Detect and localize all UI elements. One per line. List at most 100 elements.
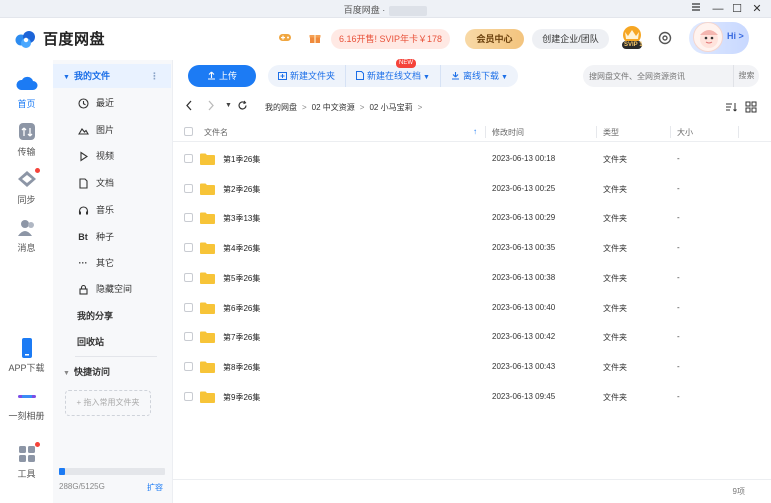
maximize-button[interactable]: ☐: [728, 1, 746, 17]
rail-item-messages[interactable]: 消息: [0, 218, 53, 254]
sort-order-icon[interactable]: [725, 101, 737, 113]
more-options-icon[interactable]: ⋮: [150, 64, 159, 88]
sidebar-my-files[interactable]: ▼ 我的文件 ⋮: [53, 64, 171, 88]
breadcrumb-item-current[interactable]: 02 小马宝莉: [369, 103, 412, 112]
sidebar-item-other[interactable]: ··· 其它: [53, 251, 171, 275]
sidebar-item-hidden-space[interactable]: 隐藏空间: [53, 277, 171, 301]
table-row[interactable]: 第8季26集 2023-06-13 00:43 文件夹 -: [173, 352, 771, 381]
vip-center-button[interactable]: 会员中心: [465, 29, 524, 49]
file-size: -: [677, 272, 680, 282]
app-header: 百度网盘 6.16开售! SVIP年卡￥178 会员中心 创建企业/团队 SVI…: [0, 18, 771, 60]
close-button[interactable]: ✕: [748, 1, 766, 17]
file-name[interactable]: 第6季26集: [223, 303, 260, 314]
user-avatar[interactable]: Hi >: [689, 22, 749, 54]
table-row[interactable]: 第1季26集 2023-06-13 00:18 文件夹 -: [173, 144, 771, 173]
breadcrumb-item-root[interactable]: 我的网盘: [265, 103, 297, 112]
row-checkbox[interactable]: [184, 183, 193, 193]
rail-label: 首页: [17, 99, 36, 109]
grid-view-icon[interactable]: [745, 101, 757, 113]
new-folder-button[interactable]: 新建文件夹: [268, 65, 345, 87]
rail-item-album[interactable]: 一刻相册: [0, 386, 53, 422]
app-logo[interactable]: 百度网盘: [14, 28, 105, 49]
bt-icon: Bt: [78, 232, 88, 242]
rail-item-transfer[interactable]: 传输: [0, 122, 53, 158]
table-row[interactable]: 第6季26集 2023-06-13 00:40 文件夹 -: [173, 293, 771, 322]
new-online-doc-button[interactable]: 新建在线文档 ▼ NEW: [345, 59, 440, 87]
sync-icon: [16, 168, 40, 190]
gift-icon[interactable]: [309, 32, 321, 47]
table-row[interactable]: 第2季26集 2023-06-13 00:25 文件夹 -: [173, 174, 771, 203]
sidebar-item-images[interactable]: 图片: [53, 118, 171, 142]
row-checkbox[interactable]: [184, 213, 193, 223]
sidebar-item-videos[interactable]: 视频: [53, 144, 171, 168]
new-folder-label: 新建文件夹: [290, 71, 336, 81]
promo-banner[interactable]: 6.16开售! SVIP年卡￥178: [331, 29, 451, 49]
column-header-type[interactable]: 类型: [603, 127, 619, 138]
sidebar-item-music[interactable]: 音乐: [53, 198, 171, 222]
sidebar-my-share[interactable]: 我的分享: [53, 304, 171, 328]
svip-badge[interactable]: SVIP 1: [618, 24, 646, 52]
sort-arrow-icon[interactable]: ↑: [473, 127, 477, 136]
table-row[interactable]: 第9季26集 2023-06-13 09:45 文件夹 -: [173, 382, 771, 411]
file-type: 文件夹: [603, 333, 627, 343]
file-size: -: [677, 361, 680, 371]
offline-download-button[interactable]: 离线下载 ▼: [439, 65, 518, 87]
rail-item-sync[interactable]: 同步: [0, 168, 53, 206]
table-row[interactable]: 第3季13集 2023-06-13 00:29 文件夹 -: [173, 203, 771, 232]
search-button[interactable]: 搜索: [733, 65, 759, 87]
column-header-size[interactable]: 大小: [677, 127, 693, 138]
select-all-checkbox[interactable]: [184, 127, 193, 136]
breadcrumb-item[interactable]: 02 中文资源: [312, 103, 355, 112]
back-arrow-icon[interactable]: [185, 100, 193, 114]
table-row[interactable]: 第4季26集 2023-06-13 00:35 文件夹 -: [173, 233, 771, 262]
column-header-modified[interactable]: 修改时间: [492, 127, 524, 138]
sidebar-recycle-bin[interactable]: 回收站: [53, 330, 171, 354]
left-nav-rail: 首页 传输 同步 消息 APP下载 一刻相册 工具: [0, 60, 53, 503]
settings-gear-icon[interactable]: [657, 30, 673, 46]
file-name[interactable]: 第9季26集: [223, 392, 260, 403]
row-checkbox[interactable]: [184, 154, 193, 163]
sidebar-item-recent[interactable]: 最近: [53, 91, 171, 115]
navigation-row: ▼ 我的网盘 >02 中文资源 >02 小马宝莉 >: [173, 96, 771, 118]
minimize-button[interactable]: —: [709, 1, 727, 17]
row-checkbox[interactable]: [184, 302, 193, 312]
row-checkbox[interactable]: [184, 272, 193, 282]
column-header-name[interactable]: 文件名: [204, 127, 228, 138]
upload-button[interactable]: 上传: [188, 65, 256, 87]
file-type: 文件夹: [603, 392, 627, 402]
sidebar-item-torrents[interactable]: Bt 种子: [53, 225, 171, 249]
create-team-button[interactable]: 创建企业/团队: [532, 29, 609, 49]
table-row[interactable]: 第7季26集 2023-06-13 00:42 文件夹 -: [173, 322, 771, 351]
file-name[interactable]: 第8季26集: [223, 362, 260, 373]
game-controller-icon[interactable]: [278, 32, 292, 46]
file-modified: 2023-06-13 00:42: [492, 332, 556, 342]
sidebar-quick-access[interactable]: ▼ 快捷访问: [53, 360, 171, 384]
new-badge: NEW: [396, 59, 417, 68]
rail-item-app-download[interactable]: APP下载: [0, 338, 53, 374]
rail-item-home[interactable]: 首页: [0, 74, 53, 110]
row-checkbox[interactable]: [184, 332, 193, 342]
file-name[interactable]: 第5季26集: [223, 273, 260, 284]
sidebar-item-label: 图片: [96, 125, 115, 135]
row-checkbox[interactable]: [184, 243, 193, 253]
rail-label: 同步: [17, 195, 36, 205]
file-name[interactable]: 第1季26集: [223, 154, 260, 165]
file-name[interactable]: 第7季26集: [223, 332, 260, 343]
expand-storage-link[interactable]: 扩容: [147, 482, 163, 493]
menu-icon[interactable]: [687, 1, 705, 17]
column-divider: [670, 126, 671, 138]
rail-item-tools[interactable]: 工具: [0, 442, 53, 480]
file-name[interactable]: 第3季13集: [223, 213, 260, 224]
row-checkbox[interactable]: [184, 361, 193, 371]
headphone-icon: [77, 204, 89, 216]
row-checkbox[interactable]: [184, 391, 193, 401]
table-row[interactable]: 第5季26集 2023-06-13 00:38 文件夹 -: [173, 263, 771, 292]
file-name[interactable]: 第4季26集: [223, 243, 260, 254]
rail-label: APP下载: [8, 363, 45, 373]
sidebar-item-documents[interactable]: 文档: [53, 171, 171, 195]
file-name[interactable]: 第2季26集: [223, 184, 260, 195]
drop-folder-zone[interactable]: + 拖入常用文件夹: [65, 390, 151, 416]
refresh-icon[interactable]: [237, 100, 248, 114]
forward-arrow-icon[interactable]: [207, 100, 215, 114]
history-dropdown-icon[interactable]: ▼: [225, 102, 232, 109]
